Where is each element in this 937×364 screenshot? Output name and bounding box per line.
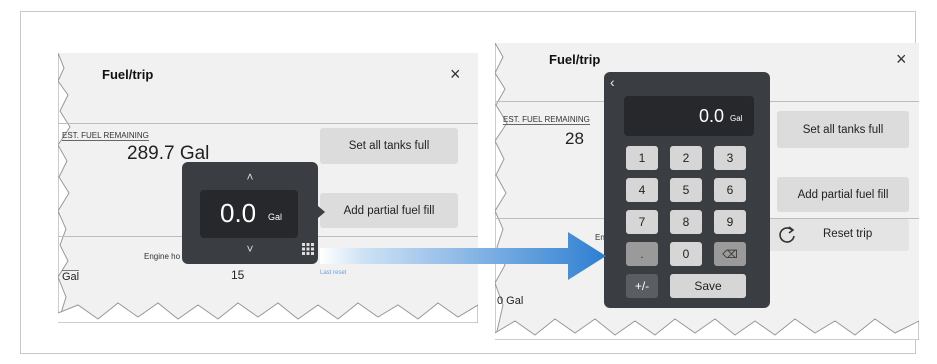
right-close-icon[interactable]: × xyxy=(896,50,907,68)
key-8[interactable]: 8 xyxy=(670,210,702,234)
decrease-arrow-icon[interactable]: ˅ xyxy=(182,242,318,256)
popup-value-display[interactable]: 0.0 Gal xyxy=(200,190,298,238)
right-set-all-tanks-full-button[interactable]: Set all tanks full xyxy=(777,111,909,148)
left-gal-value: Gal xyxy=(62,270,80,283)
right-est-fuel-value: 28 xyxy=(565,129,584,148)
left-est-fuel-label: EST. FUEL REMAINING xyxy=(62,131,149,141)
key-2[interactable]: 2 xyxy=(670,146,702,170)
right-est-fuel-label: EST. FUEL REMAINING xyxy=(503,115,590,125)
key-7[interactable]: 7 xyxy=(626,210,658,234)
left-set-all-tanks-full-button[interactable]: Set all tanks full xyxy=(320,128,458,164)
fuel-value-popup: ˄ 0.0 Gal ˅ xyxy=(182,162,325,264)
key-0[interactable]: 0 xyxy=(670,242,702,266)
reset-trip-icon xyxy=(777,224,797,247)
left-title: Fuel/trip xyxy=(102,67,154,82)
left-header-divider xyxy=(58,123,478,124)
reset-trip-label: Reset trip xyxy=(823,228,873,240)
keypad-value-display: 0.0 Gal xyxy=(624,96,754,136)
key-6[interactable]: 6 xyxy=(714,178,746,202)
transition-arrow xyxy=(320,232,606,280)
keypad-back-icon[interactable]: ‹ xyxy=(610,74,615,90)
popup-value: 0.0 xyxy=(220,198,257,228)
left-engine-hours-label: Engine ho xyxy=(144,252,181,261)
key-5[interactable]: 5 xyxy=(670,178,702,202)
left-close-icon[interactable]: × xyxy=(450,65,461,83)
left-engine-hours-value: 15 xyxy=(231,268,245,282)
popup-pointer-icon xyxy=(318,206,325,218)
right-add-partial-fuel-fill-button[interactable]: Add partial fuel fill xyxy=(777,177,909,212)
plus-minus-key[interactable]: +/- xyxy=(626,274,658,298)
keypad-unit: Gal xyxy=(730,114,743,123)
keypad-value: 0.0 xyxy=(699,106,725,126)
key-9[interactable]: 9 xyxy=(714,210,746,234)
numeric-keypad-popup: ‹ 0.0 Gal 1 2 3 4 5 6 7 8 9 . 0 ⌫ +/- Sa… xyxy=(604,72,770,308)
key-4[interactable]: 4 xyxy=(626,178,658,202)
save-button[interactable]: Save xyxy=(670,274,746,298)
key-1[interactable]: 1 xyxy=(626,146,658,170)
right-gal-value: 0 Gal xyxy=(497,295,524,307)
right-reset-trip-button[interactable]: Reset trip xyxy=(767,219,909,251)
arrow-shape xyxy=(320,232,606,280)
right-title: Fuel/trip xyxy=(549,52,601,67)
key-decimal[interactable]: . xyxy=(626,242,658,266)
increase-arrow-icon[interactable]: ˄ xyxy=(182,170,318,184)
popup-unit: Gal xyxy=(268,212,283,222)
backspace-icon[interactable]: ⌫ xyxy=(714,242,746,266)
key-3[interactable]: 3 xyxy=(714,146,746,170)
